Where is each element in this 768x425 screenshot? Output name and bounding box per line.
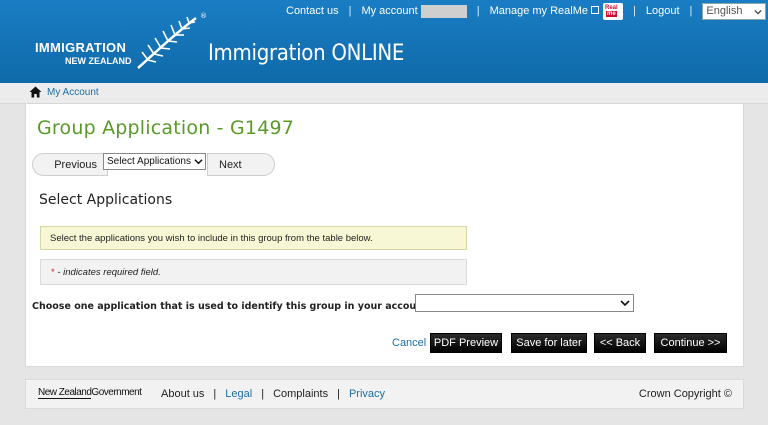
choose-application-select[interactable]: [415, 294, 634, 312]
legal-link[interactable]: Legal: [225, 388, 252, 400]
my-account-breadcrumb-link[interactable]: My Account: [47, 87, 99, 98]
page-title: Group Application - G1497: [37, 117, 295, 139]
immigration-nz-logo[interactable]: IMMIGRATION NEW ZEALAND: [35, 40, 132, 66]
copyright-text: Crown Copyright ©: [638, 388, 732, 400]
top-navigation: Contact us | My account | Manage my Real…: [286, 2, 767, 20]
app-title: Immigration ONLINE: [208, 41, 405, 66]
footer-links: About us | Legal | Complaints | Privacy: [161, 388, 385, 400]
required-note-text: - indicates required field.: [57, 267, 161, 278]
realme-logo-icon[interactable]: Real me: [603, 2, 623, 20]
silver-fern-icon: [137, 16, 197, 69]
site-footer: New ZealandGovernment About us | Legal |…: [25, 379, 744, 409]
section-title: Select Applications: [39, 192, 173, 208]
nav-separator: |: [689, 5, 693, 17]
pdf-preview-button[interactable]: PDF Preview: [430, 333, 502, 353]
required-field-note: * - indicates required field.: [40, 259, 467, 285]
choose-application-label: Choose one application that is used to i…: [32, 301, 436, 312]
external-link-icon: [591, 6, 599, 14]
site-header: IMMIGRATION NEW ZEALAND ® Immigration ON…: [0, 0, 768, 83]
cancel-link[interactable]: Cancel: [392, 337, 426, 349]
nz-government-logo-text: New Zealand: [38, 387, 92, 399]
privacy-link[interactable]: Privacy: [349, 388, 385, 400]
language-value: English: [706, 4, 743, 17]
contact-us-link[interactable]: Contact us: [286, 5, 339, 17]
step-select-value: Select Applications: [107, 156, 191, 167]
breadcrumb: My Account: [0, 83, 768, 104]
step-select[interactable]: Select Applications: [103, 153, 206, 170]
chevron-down-icon: [754, 9, 763, 15]
nz-government-logo[interactable]: New ZealandGovernment: [38, 387, 142, 399]
chevron-down-icon: [194, 159, 203, 165]
my-account-link[interactable]: My account: [361, 5, 417, 17]
save-for-later-button[interactable]: Save for later: [511, 333, 587, 353]
footer-separator: |: [261, 388, 265, 400]
required-star: *: [51, 267, 55, 278]
next-button[interactable]: Next: [207, 153, 275, 176]
nav-separator: |: [348, 5, 352, 17]
instruction-box: Select the applications you wish to incl…: [40, 226, 467, 250]
chevron-down-icon: [620, 300, 630, 307]
main-panel: Group Application - G1497 Previous Next …: [25, 104, 744, 367]
footer-separator: |: [213, 388, 217, 400]
nav-separator: |: [633, 5, 636, 17]
manage-realme-link[interactable]: Manage my RealMe: [490, 5, 588, 17]
about-us-link[interactable]: About us: [161, 388, 204, 400]
logout-link[interactable]: Logout: [646, 5, 680, 17]
continue-button[interactable]: Continue >>: [654, 333, 727, 353]
complaints-link[interactable]: Complaints: [273, 388, 328, 400]
realme-logo-text: me: [606, 10, 617, 17]
nav-separator: |: [476, 5, 480, 17]
logo-line-2: NEW ZEALAND: [65, 56, 132, 66]
home-icon[interactable]: [29, 86, 42, 98]
language-select[interactable]: English: [702, 2, 767, 20]
previous-button[interactable]: Previous: [32, 153, 108, 176]
choose-application-label-text: Choose one application that is used to i…: [32, 301, 428, 312]
nz-government-logo-text: Government: [91, 387, 142, 398]
logo-line-1: IMMIGRATION: [35, 40, 127, 55]
footer-separator: |: [337, 388, 340, 400]
registered-mark: ®: [200, 12, 207, 20]
back-button[interactable]: << Back: [594, 333, 646, 353]
account-name-redacted: [420, 4, 467, 18]
